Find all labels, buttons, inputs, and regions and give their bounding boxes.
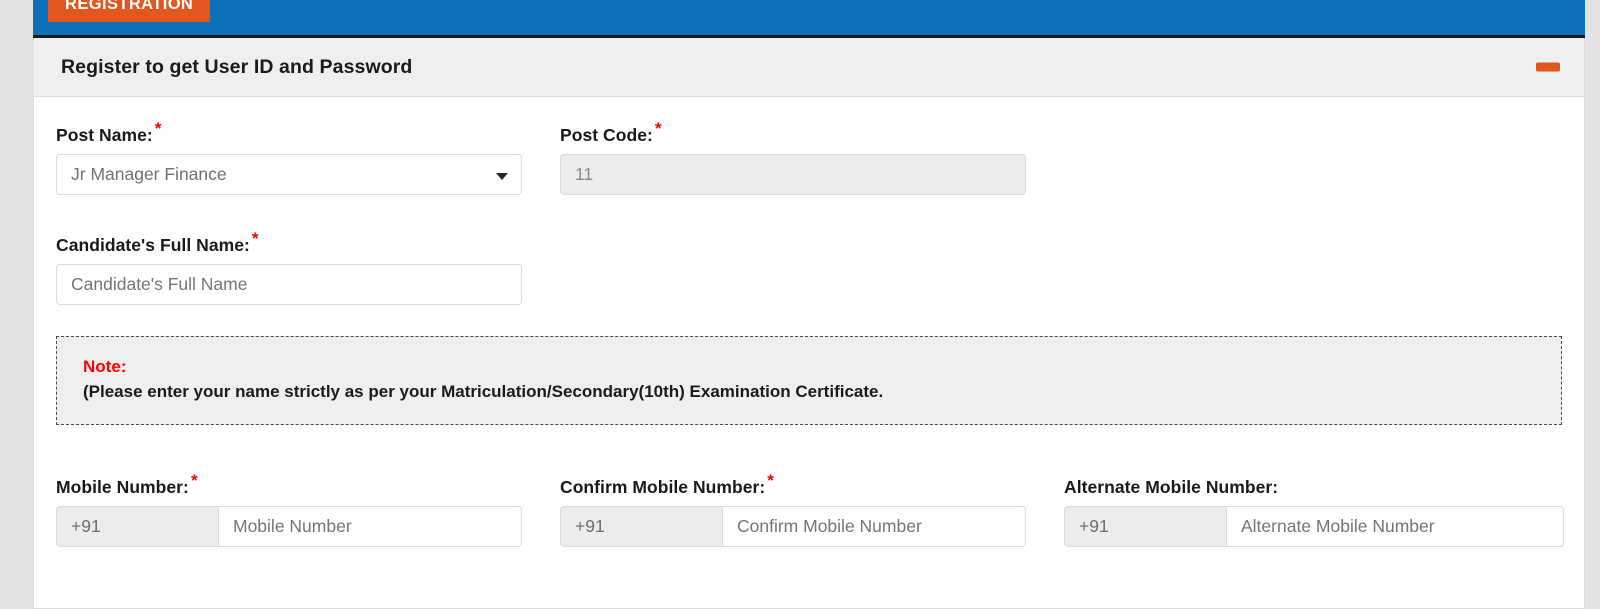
note-title: Note: [83,357,127,376]
mobile-number-label: Mobile Number: * [56,472,522,498]
field-alternate-mobile-number: Alternate Mobile Number: +91 [1064,477,1564,547]
field-confirm-mobile-number: Confirm Mobile Number: * +91 [560,472,1026,547]
minus-icon[interactable] [1536,62,1560,72]
mobile-number-input-group: +91 [56,506,522,547]
mobile-number-input[interactable] [219,506,522,547]
alternate-mobile-number-input-group: +91 [1064,506,1564,547]
alternate-mobile-country-code: +91 [1064,506,1227,547]
registration-panel: Register to get User ID and Password Pos… [33,38,1585,609]
post-name-select[interactable]: Jr Manager Finance [56,154,522,195]
field-post-code: Post Code: * 11 [560,120,1026,195]
required-asterisk: * [190,471,198,491]
field-mobile-number: Mobile Number: * +91 [56,472,522,547]
confirm-mobile-number-input-group: +91 [560,506,1026,547]
required-asterisk: * [251,229,259,249]
post-name-select-wrapper[interactable]: Jr Manager Finance [56,154,522,195]
form-row-mobile: Mobile Number:* +91 Confirm Mobile Numbe… [56,472,1564,567]
required-asterisk: * [154,119,162,139]
required-asterisk: * [767,471,774,491]
confirm-mobile-number-input[interactable] [723,506,1026,547]
form-row-post: Post Name: * Jr Manager Finance Post Code… [56,120,1562,235]
mobile-number-label-text: Mobile Number: [56,477,189,497]
field-candidate-name: Candidate's Full Name: * [56,230,522,305]
mobile-country-code: +91 [56,506,219,547]
post-code-label: Post Code: * [560,120,1026,146]
required-asterisk: * [654,119,662,139]
registration-page: REGISTRATION Register to get User ID and… [0,0,1600,609]
confirm-mobile-number-label-text: Confirm Mobile Number: [560,477,766,497]
candidate-name-label-text: Candidate's Full Name: [56,235,250,255]
post-name-label: Post Name: * [56,120,522,146]
tab-registration[interactable]: REGISTRATION [48,0,211,22]
alternate-mobile-number-label-text: Alternate Mobile Number: [1064,477,1279,497]
confirm-mobile-country-code: +91 [560,506,723,547]
post-code-input: 11 [560,154,1026,195]
confirm-mobile-number-label: Confirm Mobile Number: * [560,472,1026,498]
post-name-label-text: Post Name: [56,125,153,145]
candidate-name-input[interactable] [56,264,522,305]
panel-header: Register to get User ID and Password [34,38,1584,97]
alternate-mobile-number-input[interactable] [1227,506,1564,547]
page-title: Register to get User ID and Password [61,55,413,78]
note-box: Note: (Please enter your name strictly a… [56,336,1562,425]
note-text: (Please enter your name strictly as per … [83,382,884,401]
top-navigation-bar [33,0,1585,35]
form-row-candidate-name: Candidate's Full Name: * [56,230,1562,336]
alternate-mobile-number-label: Alternate Mobile Number: [1064,477,1564,498]
post-code-label-text: Post Code: [560,125,653,145]
candidate-name-label: Candidate's Full Name: * [56,230,522,256]
field-post-name: Post Name: * Jr Manager Finance [56,120,522,195]
panel-body: Post Name: * Jr Manager Finance Post Code… [34,97,1584,567]
